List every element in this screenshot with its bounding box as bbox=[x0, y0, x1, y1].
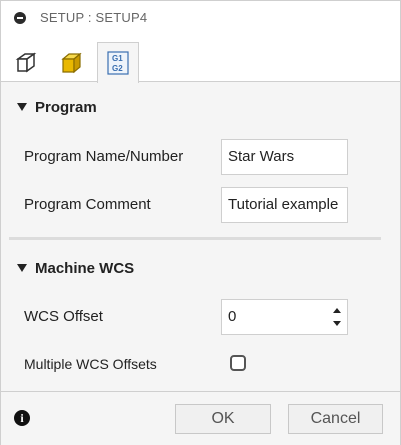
g1-glyph: G1 bbox=[112, 54, 123, 63]
program-name-input[interactable]: Star Wars bbox=[221, 139, 348, 175]
multiple-wcs-checkbox[interactable] bbox=[230, 355, 246, 371]
machine-wcs-header-label: Machine WCS bbox=[35, 260, 135, 277]
tab-post-process[interactable]: G1 G2 bbox=[97, 42, 139, 83]
ok-button[interactable]: OK bbox=[175, 404, 271, 434]
section-divider bbox=[9, 237, 381, 240]
tab-stock[interactable] bbox=[51, 43, 91, 81]
program-comment-input[interactable]: Tutorial example bbox=[221, 187, 348, 223]
collapse-icon[interactable] bbox=[14, 12, 26, 24]
setup-cube-icon bbox=[15, 52, 37, 73]
info-icon[interactable]: i bbox=[14, 410, 30, 426]
g2-glyph: G2 bbox=[112, 64, 123, 73]
dialog-footer: i OK Cancel bbox=[1, 391, 400, 445]
machine-wcs-section-header[interactable]: Machine WCS bbox=[17, 260, 134, 277]
expand-triangle-icon bbox=[17, 103, 27, 111]
wcs-offset-spinner bbox=[326, 299, 348, 335]
program-comment-label: Program Comment bbox=[24, 196, 151, 213]
g1-g2-icon: G1 G2 bbox=[107, 51, 129, 75]
tab-bar: G1 G2 bbox=[1, 35, 400, 83]
multiple-wcs-label: Multiple WCS Offsets bbox=[24, 356, 157, 372]
program-name-label: Program Name/Number bbox=[24, 148, 184, 165]
spin-up-icon[interactable] bbox=[333, 308, 341, 313]
setup-dialog: SETUP : SETUP4 G1 G2 Program Program Nam… bbox=[0, 0, 401, 445]
wcs-offset-label: WCS Offset bbox=[24, 308, 103, 325]
dialog-title: SETUP : SETUP4 bbox=[40, 10, 148, 25]
spin-down-icon[interactable] bbox=[333, 321, 341, 326]
program-section-header[interactable]: Program bbox=[17, 99, 97, 116]
stock-box-icon bbox=[61, 52, 82, 74]
program-header-label: Program bbox=[35, 99, 97, 116]
title-bar: SETUP : SETUP4 bbox=[1, 1, 400, 35]
expand-triangle-icon bbox=[17, 264, 27, 272]
cancel-button[interactable]: Cancel bbox=[288, 404, 383, 434]
tab-setup[interactable] bbox=[5, 43, 45, 81]
wcs-offset-input[interactable]: 0 bbox=[221, 299, 327, 335]
